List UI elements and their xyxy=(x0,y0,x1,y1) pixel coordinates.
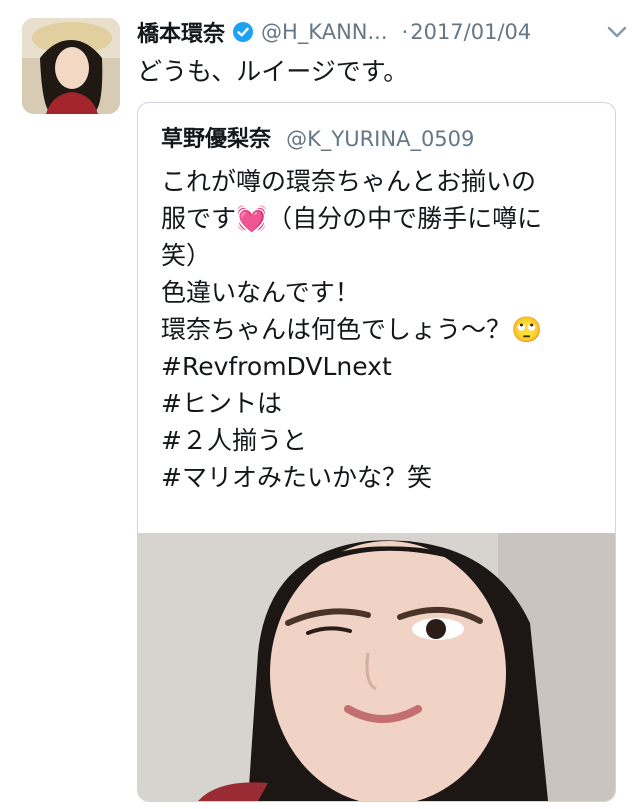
tweet-header: 橋本環奈 @H_KANN... · 2017/01/04 xyxy=(137,14,627,50)
hashtag-two-together[interactable]: #２人揃うと xyxy=(161,422,601,459)
quoted-text-line: 服です💓（自分の中で勝手に噂に xyxy=(161,204,543,233)
separator-dot: · xyxy=(401,20,409,44)
quoted-author-name: 草野優梨奈 xyxy=(161,127,272,152)
quoted-author-handle: @K_YURINA_0509 xyxy=(286,127,475,151)
author-name[interactable]: 橋本環奈 xyxy=(137,16,225,48)
quoted-tweet-header: 草野優梨奈 @K_YURINA_0509 xyxy=(161,121,474,153)
avatar[interactable] xyxy=(22,18,120,114)
avatar-photo xyxy=(22,18,120,114)
hashtag-hint[interactable]: #ヒントは xyxy=(161,385,601,422)
hashtag-revfromdvlnext[interactable]: #RevfromDVLnext xyxy=(161,348,601,385)
quoted-text-line: 笑） xyxy=(161,241,212,270)
hashtag-mario[interactable]: #マリオみたいかな？笑 xyxy=(161,459,601,496)
verified-badge-icon xyxy=(233,22,254,42)
chevron-down-icon[interactable] xyxy=(607,24,627,38)
tweet-text: どうも、ルイージです。 xyxy=(137,57,409,86)
quoted-tweet-photo[interactable] xyxy=(138,533,615,801)
author-handle[interactable]: @H_KANN... xyxy=(261,20,388,44)
quoted-text-line: これが噂の環奈ちゃんとお揃いの xyxy=(161,167,537,196)
tweet-date[interactable]: 2017/01/04 xyxy=(410,20,531,44)
quoted-tweet-text: これが噂の環奈ちゃんとお揃いの 服です💓（自分の中で勝手に噂に 笑） 色違いなん… xyxy=(161,163,601,496)
quoted-tweet[interactable]: 草野優梨奈 @K_YURINA_0509 これが噂の環奈ちゃんとお揃いの 服です… xyxy=(137,102,616,802)
quoted-text-line: 色違いなんです！ xyxy=(161,278,360,307)
selfie-photo xyxy=(138,533,615,801)
quoted-text-line: 環奈ちゃんは何色でしょう〜？🙄 xyxy=(161,315,543,344)
